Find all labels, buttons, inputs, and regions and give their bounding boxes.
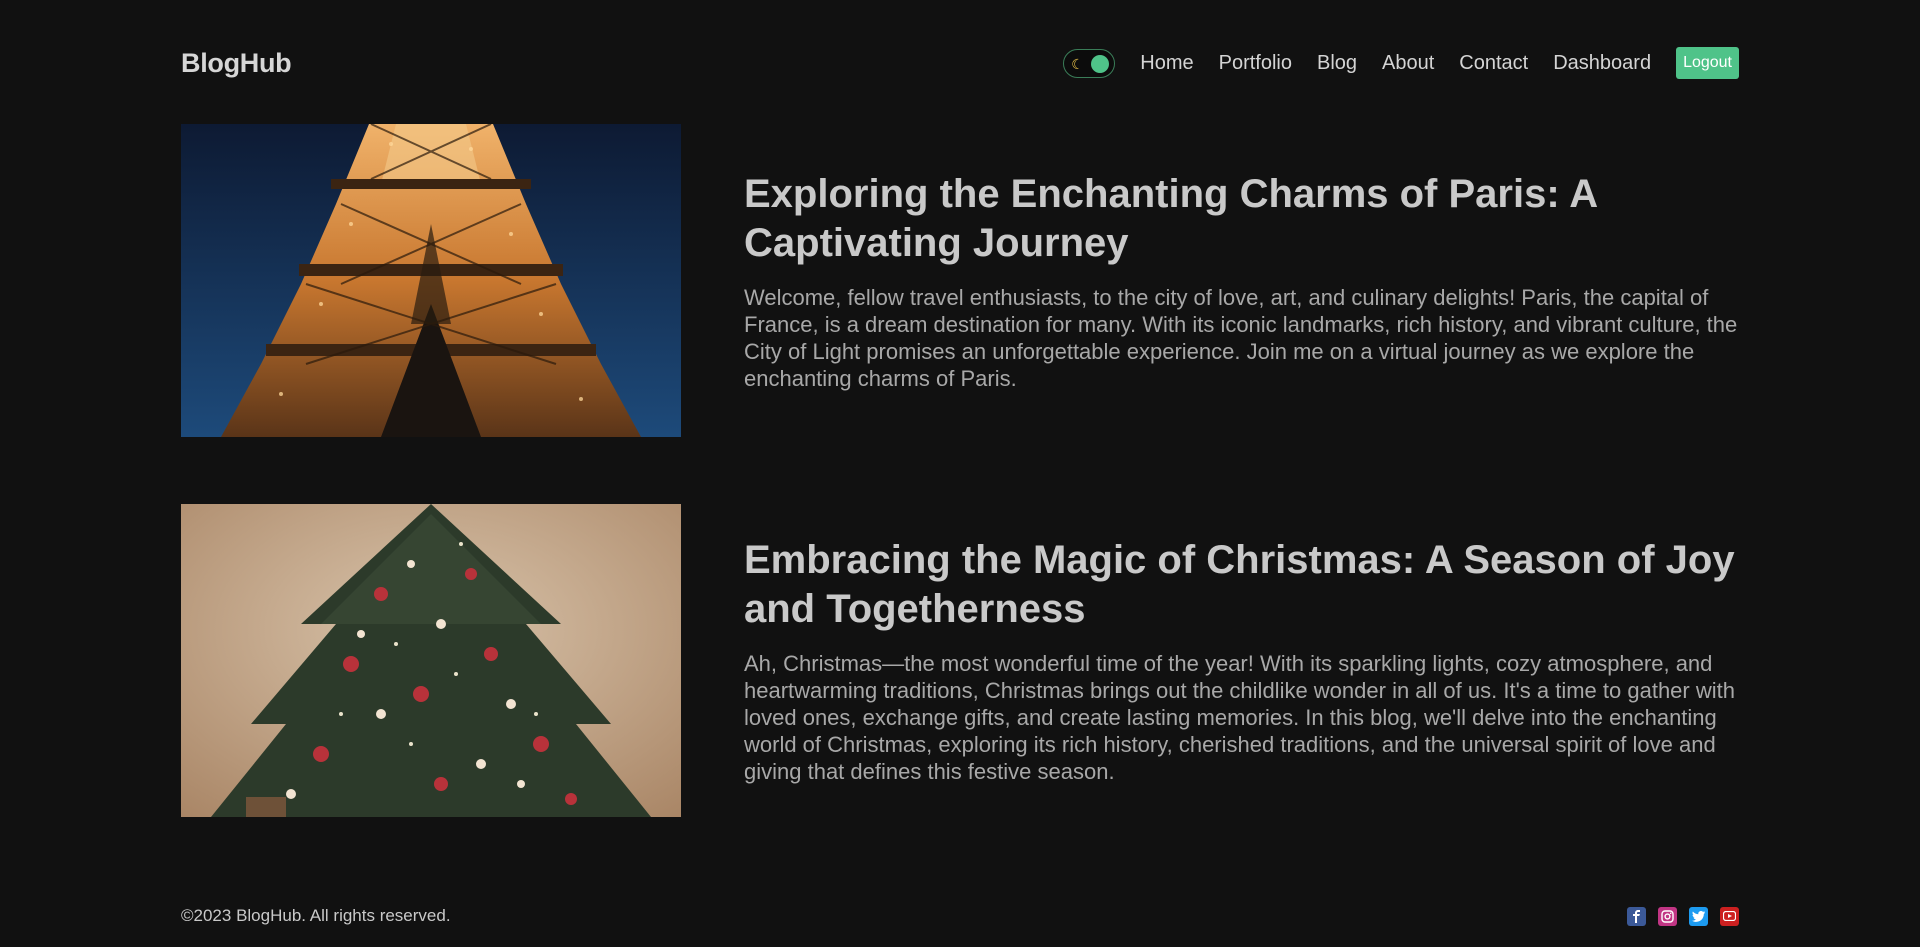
post-body: Embracing the Magic of Christmas: A Seas… xyxy=(744,504,1739,817)
nav-about[interactable]: About xyxy=(1382,52,1434,75)
post-excerpt: Ah, Christmas—the most wonderful time of… xyxy=(744,651,1735,784)
site-header: BlogHub ☾ Home Portfolio Blog About Cont… xyxy=(181,40,1739,86)
twitter-icon[interactable] xyxy=(1689,906,1708,926)
nav-contact[interactable]: Contact xyxy=(1459,52,1528,75)
blog-post: Embracing the Magic of Christmas: A Seas… xyxy=(181,504,1739,817)
post-image-eiffel-tower[interactable] xyxy=(181,124,681,437)
social-links xyxy=(1615,906,1739,926)
youtube-icon[interactable] xyxy=(1720,906,1739,926)
site-footer: ©2023 BlogHub. All rights reserved. xyxy=(181,902,1739,930)
post-title[interactable]: Embracing the Magic of Christmas: A Seas… xyxy=(744,536,1739,634)
nav-home[interactable]: Home xyxy=(1140,52,1193,75)
copyright-text: ©2023 BlogHub. All rights reserved. xyxy=(181,906,451,925)
nav-blog[interactable]: Blog xyxy=(1317,52,1357,75)
facebook-icon[interactable] xyxy=(1627,906,1646,926)
post-image-christmas-tree[interactable] xyxy=(181,504,681,817)
page: BlogHub ☾ Home Portfolio Blog About Cont… xyxy=(0,0,1920,947)
theme-toggle[interactable]: ☾ xyxy=(1063,48,1116,78)
post-title[interactable]: Exploring the Enchanting Charms of Paris… xyxy=(744,170,1739,268)
instagram-icon[interactable] xyxy=(1658,906,1677,926)
post-body: Exploring the Enchanting Charms of Paris… xyxy=(744,124,1739,437)
logout-button[interactable]: Logout xyxy=(1676,47,1739,79)
toggle-knob xyxy=(1091,54,1110,73)
nav-dashboard[interactable]: Dashboard xyxy=(1553,52,1651,75)
moon-icon: ☾ xyxy=(1071,55,1084,72)
post-excerpt: Welcome, fellow travel enthusiasts, to t… xyxy=(744,284,1738,391)
blog-post: Exploring the Enchanting Charms of Paris… xyxy=(181,124,1739,437)
brand-logo[interactable]: BlogHub xyxy=(181,48,292,79)
nav-portfolio[interactable]: Portfolio xyxy=(1219,52,1292,75)
main-nav: ☾ Home Portfolio Blog About Contact Dash… xyxy=(1063,47,1739,79)
